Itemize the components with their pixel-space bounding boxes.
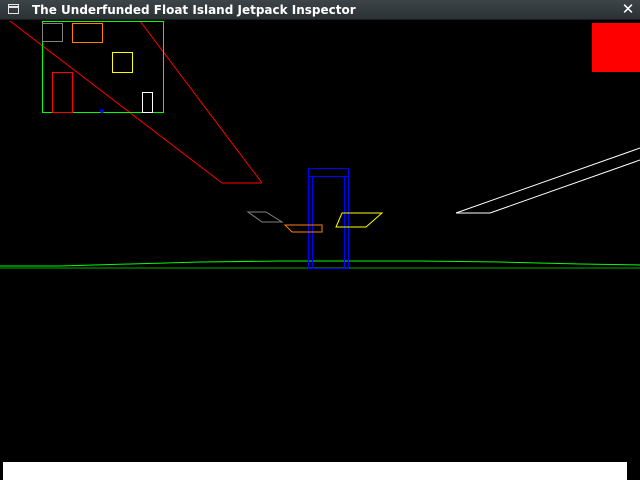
horizon-line (0, 260, 640, 267)
yellow-platform (335, 212, 384, 228)
status-indicator (592, 23, 640, 72)
gray-platform (246, 211, 284, 223)
title-bar[interactable]: The Underfunded Float Island Jetpack Ins… (0, 0, 640, 20)
orange-platform (283, 224, 323, 233)
close-button[interactable]: ✕ (620, 1, 636, 18)
minimap-white-block (142, 92, 153, 113)
minimap-gray-block (42, 23, 63, 42)
scene-canvas (0, 21, 640, 269)
minimap (42, 21, 164, 113)
app-window: The Underfunded Float Island Jetpack Ins… (0, 0, 640, 480)
bottom-bar (3, 462, 627, 480)
white-ramp (455, 147, 640, 214)
minimap-orange-block (72, 23, 103, 43)
player-marker (100, 109, 104, 113)
tower (308, 168, 349, 269)
game-viewport[interactable] (0, 21, 640, 480)
window-title: The Underfunded Float Island Jetpack Ins… (32, 3, 356, 17)
view-cone (9, 21, 263, 184)
window-menu-icon[interactable] (8, 4, 19, 14)
minimap-yellow-block (112, 52, 133, 73)
minimap-red-block (52, 72, 73, 113)
